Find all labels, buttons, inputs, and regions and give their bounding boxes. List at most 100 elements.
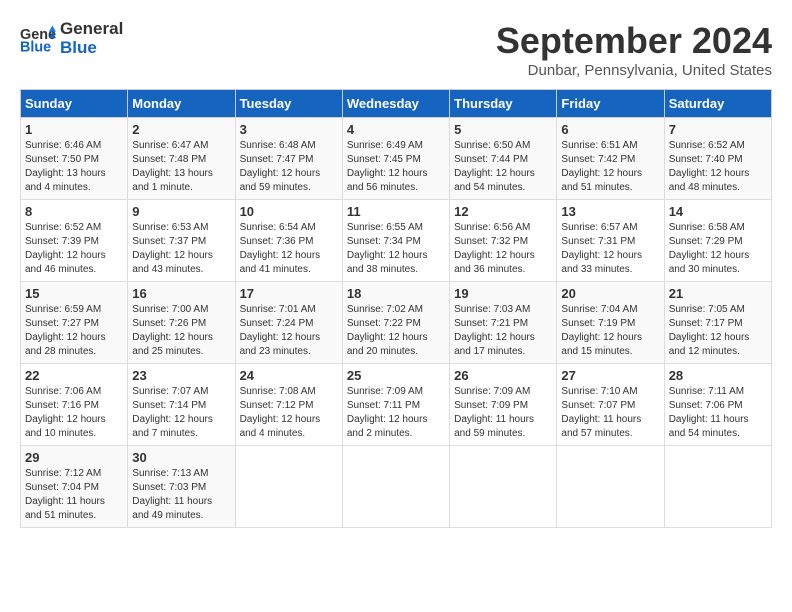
sunset-text: Sunset: 7:07 PM [561,400,635,411]
day-number: 10 [240,204,338,219]
sunrise-text: Sunrise: 6:53 AM [132,222,208,233]
cell-content: Sunrise: 6:47 AMSunset: 7:48 PMDaylight:… [132,139,230,195]
sunset-text: Sunset: 7:50 PM [25,154,99,165]
day-number: 15 [25,286,123,301]
cell-content: Sunrise: 7:06 AM Sunset: 7:16 PM Daylight:… [25,385,123,441]
col-tuesday: Tuesday [235,90,342,118]
sunrise-text: Sunrise: 6:47 AM [132,140,208,151]
daylight-text: Daylight: 12 hours and 41 minutes. [240,250,321,275]
sunrise-text: Sunrise: 7:06 AM [25,386,101,397]
sunrise-text: Sunrise: 6:46 AM [25,140,101,151]
cell-content: Sunrise: 7:04 AM Sunset: 7:19 PM Daylight:… [561,303,659,359]
sunset-text: Sunset: 7:47 PM [240,154,314,165]
daylight-text: Daylight: 12 hours and 15 minutes. [561,332,642,357]
daylight-text: Daylight: 12 hours and 54 minutes. [454,168,535,193]
logo-text-general: General [60,20,123,39]
col-monday: Monday [128,90,235,118]
calendar-cell: 15Sunrise: 6:59 AMSunset: 7:27 PMDayligh… [21,282,128,364]
calendar-cell: 11Sunrise: 6:55 AMSunset: 7:34 PMDayligh… [342,200,449,282]
calendar-cell: 30Sunrise: 7:13 AMSunset: 7:03 PMDayligh… [128,446,235,528]
sunset-text: Sunset: 7:21 PM [454,318,528,329]
sunrise-text: Sunrise: 6:59 AM [25,304,101,315]
calendar-week-row: 22Sunrise: 7:06 AMSunset: 7:16 PMDayligh… [21,364,772,446]
day-number: 12 [454,204,552,219]
calendar-cell: 20 Sunrise: 7:04 AM Sunset: 7:19 PM Dayligh… [557,282,664,364]
calendar-cell: 4 Sunrise: 6:49 AM Sunset: 7:45 PM Daylight… [342,118,449,200]
calendar-cell: 12 Sunrise: 6:56 AMSunset: 7:32 PMDayligh… [450,200,557,282]
cell-content: Sunrise: 6:58 AMSunset: 7:29 PMDaylight:… [669,221,767,277]
sunrise-text: Sunrise: 6:52 AM [669,140,745,151]
sunrise-text: Sunrise: 7:08 AM [240,386,316,397]
day-number: 3 [240,122,338,137]
sunrise-text: Sunrise: 6:57 AM [561,222,637,233]
cell-content: Sunrise: 6:57 AMSunset: 7:31 PMDaylight:… [561,221,659,277]
month-title: September 2024 [496,20,772,62]
calendar-cell: 25Sunrise: 7:09 AMSunset: 7:11 PMDayligh… [342,364,449,446]
location-title: Dunbar, Pennsylvania, United States [496,62,772,79]
calendar-cell: 24Sunrise: 7:08 AMSunset: 7:12 PMDayligh… [235,364,342,446]
col-saturday: Saturday [664,90,771,118]
calendar-week-row: 15Sunrise: 6:59 AMSunset: 7:27 PMDayligh… [21,282,772,364]
day-number: 13 [561,204,659,219]
daylight-text: Daylight: 12 hours and 56 minutes. [347,168,428,193]
sunset-text: Sunset: 7:11 PM [347,400,420,411]
daylight-text: Daylight: 12 hours and 28 minutes. [25,332,106,357]
calendar-header-row: Sunday Monday Tuesday Wednesday Thursday… [21,90,772,118]
daylight-text: Daylight: 11 hours and 49 minutes. [132,496,212,521]
sunrise-text: Sunrise: 6:58 AM [669,222,745,233]
sunrise-text: Sunrise: 7:04 AM [561,304,637,315]
cell-content: Sunrise: 6:53 AMSunset: 7:37 PMDaylight:… [132,221,230,277]
day-number: 20 [561,286,659,301]
sunset-text: Sunset: 7:39 PM [25,236,99,247]
sunset-text: Sunset: 7:45 PM [347,154,421,165]
cell-content: Sunrise: 6:52 AMSunset: 7:40 PMDaylight:… [669,139,767,195]
sunset-text: Sunset: 7:16 PM [25,400,99,411]
sunrise-text: Sunrise: 6:54 AM [240,222,316,233]
logo-icon: General Blue [20,21,56,57]
day-number: 5 [454,122,552,137]
logo-text-blue: Blue [60,39,123,58]
calendar-cell: 29Sunrise: 7:12 AMSunset: 7:04 PMDayligh… [21,446,128,528]
sunset-text: Sunset: 7:03 PM [132,482,206,493]
sunrise-text: Sunrise: 6:55 AM [347,222,423,233]
sunrise-text: Sunrise: 7:01 AM [240,304,316,315]
calendar-cell: 16Sunrise: 7:00 AMSunset: 7:26 PMDayligh… [128,282,235,364]
sunset-text: Sunset: 7:12 PM [240,400,314,411]
calendar-cell: 1Sunrise: 6:46 AMSunset: 7:50 PMDaylight… [21,118,128,200]
sunset-text: Sunset: 7:22 PM [347,318,421,329]
day-number: 28 [669,368,767,383]
sunset-text: Sunset: 7:40 PM [669,154,743,165]
sunset-text: Sunset: 7:29 PM [669,236,743,247]
cell-content: Sunrise: 6:51 AMSunset: 7:42 PMDaylight:… [561,139,659,195]
sunset-text: Sunset: 7:19 PM [561,318,635,329]
calendar-week-row: 8Sunrise: 6:52 AMSunset: 7:39 PMDaylight… [21,200,772,282]
calendar-table: Sunday Monday Tuesday Wednesday Thursday… [20,89,772,528]
sunset-text: Sunset: 7:04 PM [25,482,99,493]
sunrise-text: Sunrise: 6:52 AM [25,222,101,233]
daylight-text: Daylight: 12 hours and 10 minutes. [25,414,106,439]
day-number: 14 [669,204,767,219]
daylight-text: Daylight: 12 hours and 59 minutes. [240,168,321,193]
day-number: 17 [240,286,338,301]
calendar-cell: 23Sunrise: 7:07 AMSunset: 7:14 PMDayligh… [128,364,235,446]
calendar-cell [450,446,557,528]
cell-content: Sunrise: 6:56 AMSunset: 7:32 PMDaylight:… [454,221,552,277]
daylight-text: Daylight: 12 hours and 2 minutes. [347,414,428,439]
calendar-cell: 14Sunrise: 6:58 AMSunset: 7:29 PMDayligh… [664,200,771,282]
col-sunday: Sunday [21,90,128,118]
sunrise-text: Sunrise: 7:00 AM [132,304,208,315]
day-number: 9 [132,204,230,219]
day-number: 4 [347,122,445,137]
sunrise-text: Sunrise: 7:11 AM [669,386,744,397]
logo: General Blue General Blue [20,20,123,57]
sunset-text: Sunset: 7:06 PM [669,400,743,411]
daylight-text: Daylight: 12 hours and 20 minutes. [347,332,428,357]
calendar-cell: 27Sunrise: 7:10 AMSunset: 7:07 PMDayligh… [557,364,664,446]
sunset-text: Sunset: 7:26 PM [132,318,206,329]
cell-content: Sunrise: 6:52 AMSunset: 7:39 PMDaylight:… [25,221,123,277]
sunset-text: Sunset: 7:44 PM [454,154,528,165]
day-number: 18 [347,286,445,301]
sunrise-text: Sunrise: 7:12 AM [25,468,101,479]
sunrise-text: Sunrise: 7:03 AM [454,304,530,315]
sunrise-text: Sunrise: 6:49 AM [347,140,423,151]
